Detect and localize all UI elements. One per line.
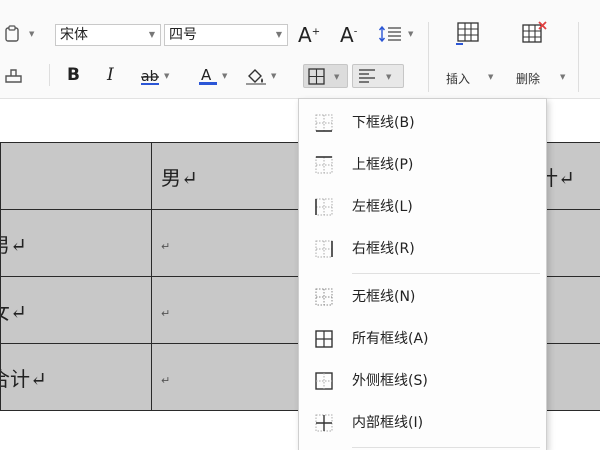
cell-text: 男↵: [2, 232, 27, 257]
decrease-font-size-button[interactable]: A-: [340, 25, 357, 45]
border-inside-icon: [315, 414, 333, 432]
table-cell[interactable]: 女↵: [0, 276, 152, 344]
font-color-dropdown-arrow[interactable]: ▼: [222, 73, 227, 80]
ribbon-toolbar: ▼ 宋体 ▼ 四号 ▼ A+ A- ▼ B I ab ▼ A ▼ ▼ ▼ ▼ 插…: [0, 0, 600, 99]
cell-text: 女↵: [2, 299, 27, 324]
italic-glyph: I: [107, 65, 114, 85]
italic-button[interactable]: I: [107, 67, 114, 84]
cell-text: 男↵: [161, 165, 198, 190]
cell-text: ↵: [161, 307, 171, 320]
font-name-value: 宋体: [60, 27, 88, 43]
bold-button[interactable]: B: [67, 67, 80, 84]
cell-text: 合计↵: [2, 366, 47, 391]
menu-item-border-inside[interactable]: 内部框线(I): [299, 402, 546, 444]
paste-dropdown-arrow[interactable]: ▼: [29, 31, 34, 38]
align-left-icon: [358, 68, 376, 84]
ribbon-divider: [578, 22, 579, 92]
line-spacing-icon[interactable]: [378, 25, 402, 43]
border-outside-icon: [315, 372, 333, 390]
strikethrough-icon[interactable]: ab: [140, 66, 160, 86]
border-bottom-icon: [315, 114, 333, 132]
menu-item-border-none[interactable]: 无框线(N): [299, 276, 546, 318]
borders-dropdown-arrow[interactable]: ▼: [334, 74, 339, 81]
font-color-icon[interactable]: A: [198, 66, 218, 86]
borders-dropdown-menu: 下框线(B) 上框线(P) 左框线(L) 右框线(R) 无框线(N) 所有框线(…: [298, 98, 547, 450]
align-dropdown-arrow[interactable]: ▼: [386, 74, 391, 81]
decrease-font-glyph: A: [340, 23, 354, 47]
menu-item-label: 所有框线(A): [352, 331, 429, 347]
menu-item-border-left[interactable]: 左框线(L): [299, 186, 546, 228]
table-cell[interactable]: 合计↵: [0, 343, 152, 411]
menu-item-border-all[interactable]: 所有框线(A): [299, 318, 546, 360]
border-all-icon: [308, 68, 325, 85]
menu-item-border-bottom[interactable]: 下框线(B): [299, 102, 546, 144]
insert-table-icon[interactable]: [455, 20, 481, 46]
menu-item-label: 上框线(P): [352, 157, 414, 173]
cell-text: ↵: [161, 240, 171, 253]
paste-special-icon[interactable]: [4, 25, 22, 43]
menu-item-border-outside[interactable]: 外侧框线(S): [299, 360, 546, 402]
ribbon-divider: [428, 22, 429, 92]
menu-item-label: 下框线(B): [352, 115, 415, 131]
table-cell[interactable]: ↵: [151, 276, 300, 344]
insert-label[interactable]: 插入: [446, 70, 470, 87]
shading-dropdown-arrow[interactable]: ▼: [271, 73, 276, 80]
table-cell[interactable]: 男↵: [0, 209, 152, 277]
decrease-font-sup: -: [353, 26, 358, 38]
border-none-icon: [315, 288, 333, 306]
menu-item-label: 无框线(N): [352, 289, 416, 305]
table-cell[interactable]: ↵: [151, 209, 300, 277]
border-all-icon: [315, 330, 333, 348]
svg-text:A: A: [201, 66, 212, 84]
table-cell[interactable]: 男↵: [151, 142, 300, 210]
font-size-value: 四号: [169, 27, 197, 43]
font-name-select[interactable]: 宋体 ▼: [55, 24, 161, 46]
menu-item-label: 右框线(R): [352, 241, 415, 257]
menu-divider: [352, 447, 540, 448]
chevron-down-icon: ▼: [275, 30, 282, 39]
menu-item-label: 左框线(L): [352, 199, 413, 215]
table-cell[interactable]: [0, 142, 152, 210]
table-cell[interactable]: ↵: [151, 343, 300, 411]
cell-text: ↵: [161, 374, 171, 387]
menu-item-label: 外侧框线(S): [352, 373, 428, 389]
delete-table-icon[interactable]: [520, 20, 548, 46]
menu-item-border-right[interactable]: 右框线(R): [299, 228, 546, 270]
increase-font-glyph: A: [298, 23, 312, 47]
ribbon-divider: [49, 64, 50, 86]
border-top-icon: [315, 156, 333, 174]
strikethrough-dropdown-arrow[interactable]: ▼: [164, 73, 169, 80]
border-left-icon: [315, 198, 333, 216]
format-painter-icon[interactable]: [4, 66, 24, 84]
increase-font-sup: +: [311, 26, 321, 38]
line-spacing-dropdown-arrow[interactable]: ▼: [408, 31, 413, 38]
increase-font-size-button[interactable]: A+: [298, 25, 320, 45]
bold-glyph: B: [67, 65, 80, 85]
font-size-select[interactable]: 四号 ▼: [164, 24, 288, 46]
delete-label[interactable]: 删除: [516, 70, 540, 87]
border-right-icon: [315, 240, 333, 258]
insert-dropdown-arrow[interactable]: ▼: [488, 74, 493, 81]
delete-dropdown-arrow[interactable]: ▼: [560, 74, 565, 81]
menu-item-border-top[interactable]: 上框线(P): [299, 144, 546, 186]
menu-divider: [352, 273, 540, 274]
menu-item-label: 内部框线(I): [352, 415, 424, 431]
chevron-down-icon: ▼: [148, 30, 155, 39]
shading-fill-icon[interactable]: [245, 66, 267, 86]
